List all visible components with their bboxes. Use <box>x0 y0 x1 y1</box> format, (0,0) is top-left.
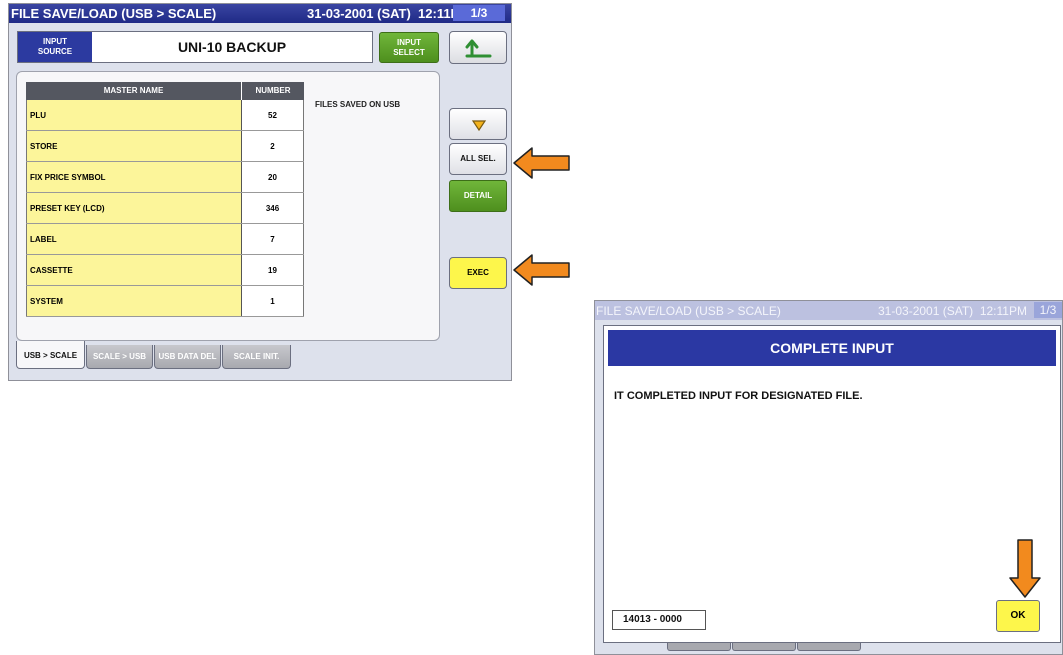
content-panel: MASTER NAME NUMBER PLU 52 STORE 2 FIX PR… <box>16 71 440 341</box>
input-source-box: INPUT SOURCE UNI-10 BACKUP <box>17 31 373 63</box>
main-screen: FILE SAVE/LOAD (USB > SCALE) 31-03-2001 … <box>8 3 512 381</box>
back-button[interactable] <box>449 31 507 64</box>
arrow-left-icon <box>513 254 570 286</box>
row-name: FIX PRICE SYMBOL <box>26 162 242 192</box>
dimmed-tab <box>667 643 731 651</box>
table-row[interactable]: CASSETTE 19 <box>26 255 304 286</box>
row-name: STORE <box>26 131 242 161</box>
table-row[interactable]: PLU 52 <box>26 100 304 131</box>
dialog-title: COMPLETE INPUT <box>608 330 1056 366</box>
complete-input-dialog: COMPLETE INPUT IT COMPLETED INPUT FOR DE… <box>603 325 1061 643</box>
row-name: PLU <box>26 100 242 130</box>
title-bar: FILE SAVE/LOAD (USB > SCALE) 31-03-2001 … <box>9 4 511 23</box>
row-name: SYSTEM <box>26 286 242 316</box>
table-row[interactable]: LABEL 7 <box>26 224 304 255</box>
all-select-button[interactable]: ALL SEL. <box>449 143 507 175</box>
dimmed-tab <box>797 643 861 651</box>
table-row[interactable]: PRESET KEY (LCD) 346 <box>26 193 304 224</box>
row-number: 19 <box>242 255 304 285</box>
page-indicator: 1/3 <box>453 5 505 21</box>
title-bar-dimmed: FILE SAVE/LOAD (USB > SCALE) 31-03-2001 … <box>595 301 1062 320</box>
detail-button[interactable]: DETAIL <box>449 180 507 212</box>
header-number: NUMBER <box>255 86 291 95</box>
table-header: MASTER NAME NUMBER <box>26 82 304 100</box>
row-number: 1 <box>242 286 304 316</box>
files-saved-note: FILES SAVED ON USB <box>315 100 401 109</box>
back-arrow-icon <box>465 39 492 58</box>
window-title: FILE SAVE/LOAD (USB > SCALE) <box>596 304 781 318</box>
arrow-down-icon <box>1009 539 1041 598</box>
window-title: FILE SAVE/LOAD (USB > SCALE) <box>11 6 217 21</box>
ok-button[interactable]: OK <box>996 600 1040 632</box>
datetime: 31-03-2001 (SAT) 12:11PM <box>307 6 471 21</box>
row-number: 346 <box>242 193 304 223</box>
master-table: MASTER NAME NUMBER PLU 52 STORE 2 FIX PR… <box>26 82 304 317</box>
datetime: 31-03-2001 (SAT) 12:11PM <box>878 304 1027 318</box>
page-indicator: 1/3 <box>1034 302 1062 318</box>
row-number: 2 <box>242 131 304 161</box>
input-select-button[interactable]: INPUT SELECT <box>379 32 439 63</box>
input-source-label: INPUT SOURCE <box>18 32 92 62</box>
dialog-screen: FILE SAVE/LOAD (USB > SCALE) 31-03-2001 … <box>594 300 1063 655</box>
exec-button[interactable]: EXEC <box>449 257 507 289</box>
input-source-value: UNI-10 BACKUP <box>177 39 287 55</box>
row-name: PRESET KEY (LCD) <box>26 193 242 223</box>
down-triangle-icon <box>471 120 487 132</box>
tab-usb-data-del[interactable]: USB DATA DEL <box>154 345 221 369</box>
table-row[interactable]: SYSTEM 1 <box>26 286 304 317</box>
arrow-left-icon <box>513 147 570 179</box>
table-row[interactable]: STORE 2 <box>26 131 304 162</box>
dimmed-tab <box>732 643 796 651</box>
row-number: 20 <box>242 162 304 192</box>
dialog-message: IT COMPLETED INPUT FOR DESIGNATED FILE. <box>614 390 863 402</box>
tab-scale-to-usb[interactable]: SCALE > USB <box>86 345 153 369</box>
row-name: CASSETTE <box>26 255 242 285</box>
header-master-name: MASTER NAME <box>26 82 242 100</box>
row-name: LABEL <box>26 224 242 254</box>
row-number: 7 <box>242 224 304 254</box>
tab-scale-init[interactable]: SCALE INIT. <box>222 345 291 369</box>
row-number: 52 <box>242 100 304 130</box>
message-code: 14013 - 0000 <box>612 610 706 630</box>
tab-usb-to-scale[interactable]: USB > SCALE <box>16 341 85 369</box>
scroll-down-button[interactable] <box>449 108 507 140</box>
table-row[interactable]: FIX PRICE SYMBOL 20 <box>26 162 304 193</box>
